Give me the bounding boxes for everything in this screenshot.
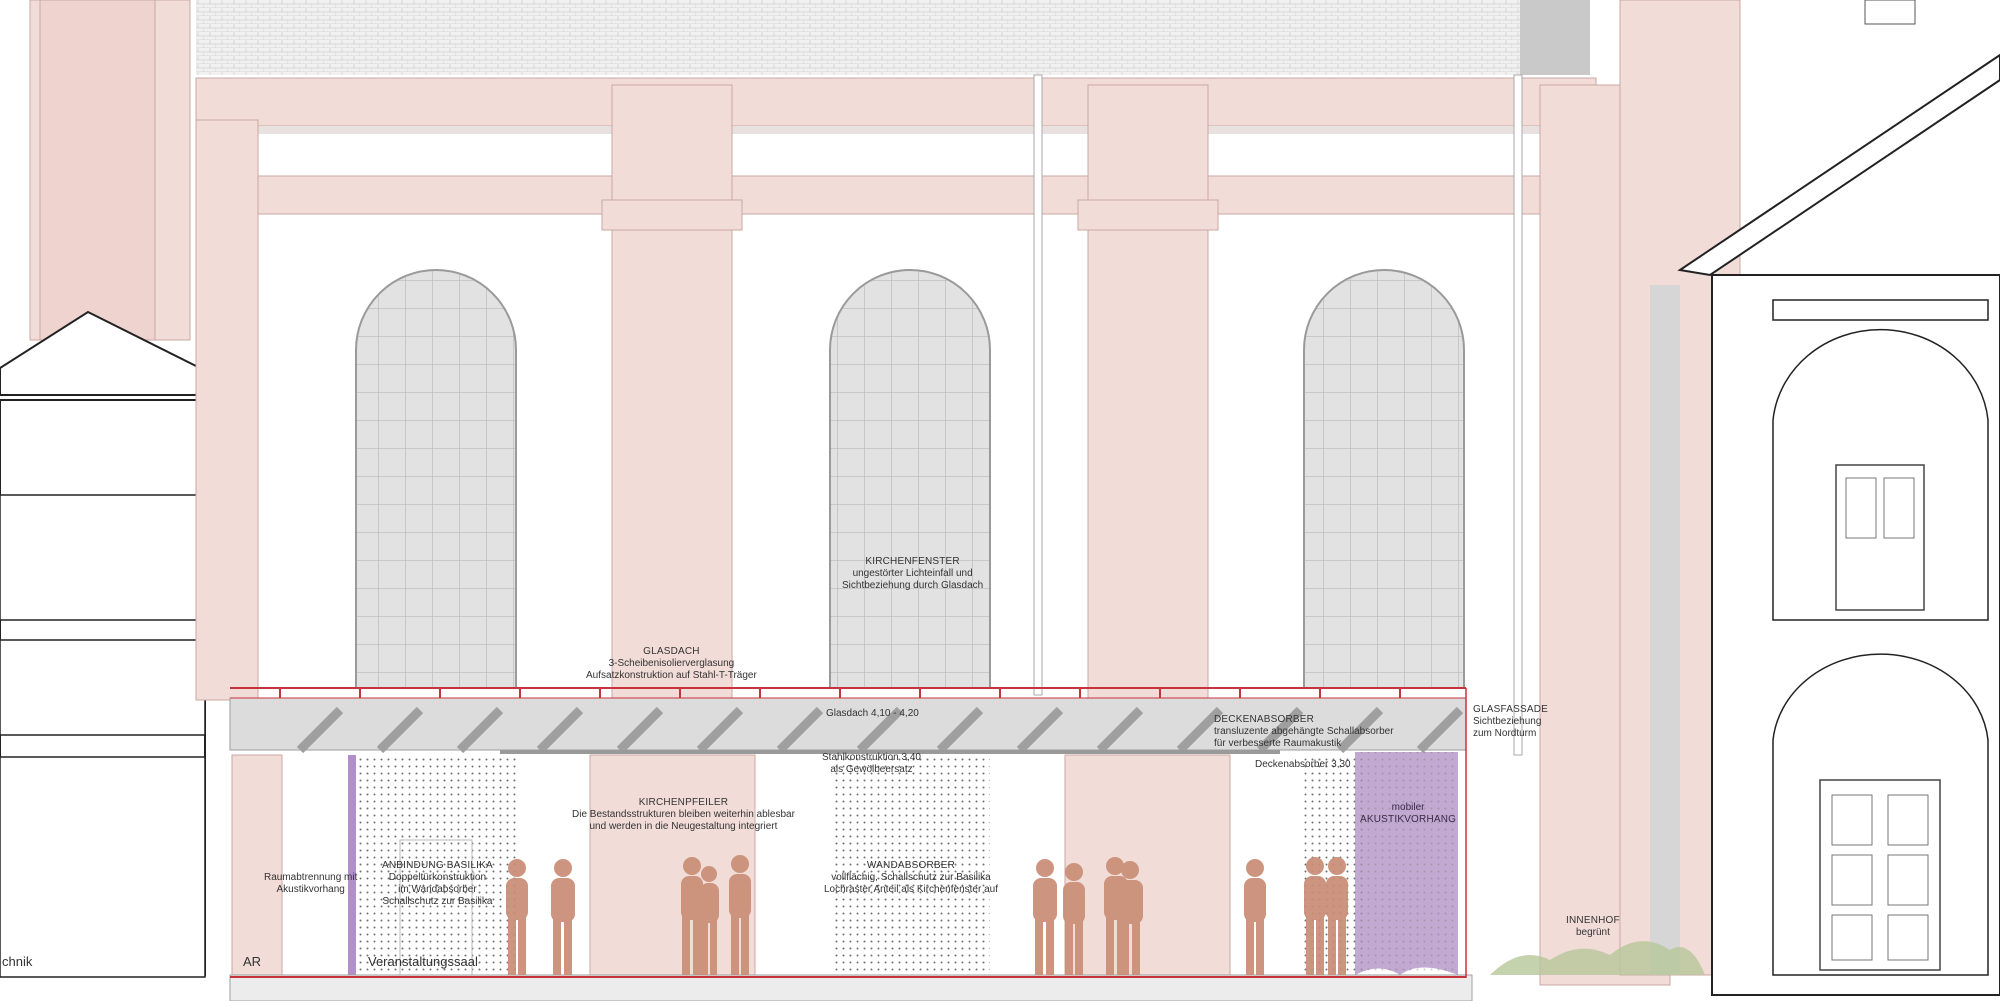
akustikvorhang-label: mobiler AKUSTIKVORHANG <box>1360 802 1457 825</box>
anbindung-basilika-label: ANBINDUNG BASILIKA Doppeltürkonstruktion… <box>382 860 493 907</box>
acoustic-curtain-left <box>348 755 356 975</box>
stahlkonstruktion-label: Stahlkonstruktion 3,40 als Gewölbeersatz <box>822 752 921 775</box>
kirchenfenster-label: KIRCHENFENSTER ungestörter Lichteinfall … <box>842 556 984 591</box>
deckenabsorber-label: DECKENABSORBER transluzente abgehängte S… <box>1214 714 1394 749</box>
glasdach-height-label: Glasdach 4,10 - 4,20 <box>826 708 919 719</box>
elevation-section-svg <box>0 0 2000 1001</box>
church-window <box>355 269 517 689</box>
floor-slab <box>229 974 1473 1001</box>
raumabtrennung-label: Raumabtrennung mit Akustikvorhang <box>264 872 358 895</box>
glasdach-label: GLASDACH 3-Scheibenisolierverglasung Auf… <box>586 646 757 681</box>
wandabsorber-label: WANDABSORBER vollflächig, Schallschutz z… <box>824 860 998 895</box>
cornice-top <box>195 77 1597 127</box>
church-window <box>1303 269 1465 689</box>
downpipe <box>1033 74 1043 696</box>
kirchenpfeiler-label: KIRCHENPFEILER Die Bestandsstrukturen bl… <box>572 797 795 832</box>
church-pilaster-interior <box>589 754 756 976</box>
room-label-ar: AR <box>243 954 262 969</box>
cornice-shadow <box>196 126 1596 134</box>
church-pilaster-interior <box>1064 754 1231 976</box>
downpipe <box>1513 74 1523 756</box>
church-window <box>829 269 991 689</box>
innenhof-label: INNENHOF begrünt <box>1566 915 1620 938</box>
room-label-veranstaltungssaal: Veranstaltungssaal <box>368 954 478 969</box>
room-label-technik: chnik <box>2 954 33 969</box>
roof-dark-section <box>1520 0 1590 75</box>
cornice-band <box>195 175 1597 215</box>
deckenabsorber-height-label: Deckenabsorber 3,30 <box>1255 759 1351 770</box>
section-drawing: GLASDACH 3-Scheibenisolierverglasung Auf… <box>0 0 2000 1001</box>
church-roof <box>196 0 1526 75</box>
church-pilaster-interior <box>231 754 283 976</box>
glasfassade-label: GLASFASSADE Sichtbeziehung zum Nordturm <box>1473 704 1549 739</box>
